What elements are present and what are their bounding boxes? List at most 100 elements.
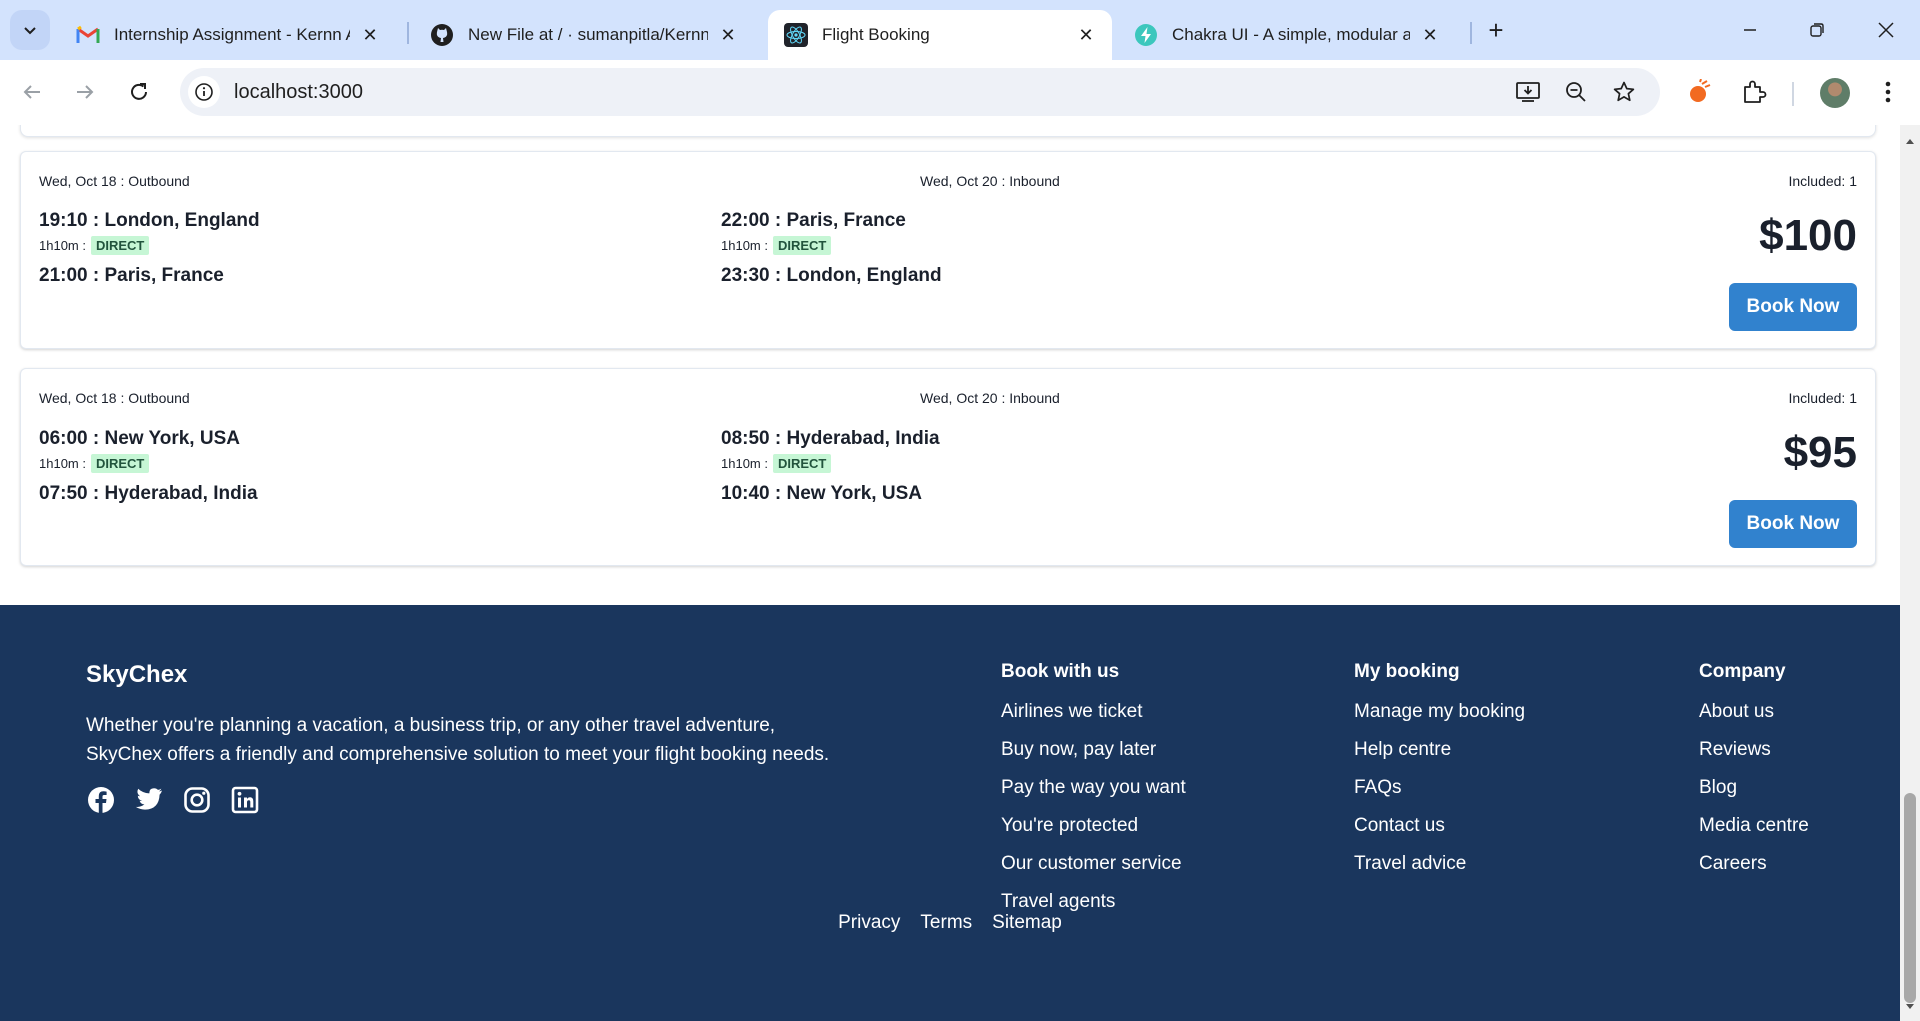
flight-price: $100 [1759, 211, 1857, 260]
address-bar[interactable]: localhost:3000 [180, 68, 1660, 116]
inbound-duration: 1h10m : DIRECT [721, 454, 832, 473]
footer-link[interactable]: Media centre [1699, 816, 1809, 855]
extension-icon[interactable] [1684, 76, 1716, 108]
sitemap-link[interactable]: Sitemap [992, 912, 1062, 934]
tab-search-button[interactable] [10, 10, 50, 50]
outbound-date: Wed, Oct 18 : Outbound [39, 173, 190, 189]
close-icon[interactable]: ✕ [716, 23, 740, 47]
previous-flight-card [20, 125, 1876, 137]
included-count: Included: 1 [1788, 390, 1858, 406]
footer-link[interactable]: FAQs [1354, 778, 1525, 817]
privacy-link[interactable]: Privacy [838, 912, 900, 934]
footer-link[interactable]: Buy now, pay later [1001, 740, 1186, 779]
inbound-departure: 08:50 : Hyderabad, India [721, 428, 940, 449]
close-icon[interactable]: ✕ [1418, 23, 1442, 47]
tab-title: Chakra UI - A simple, modular and [1172, 25, 1410, 44]
tagline-line: SkyChex offers a friendly and comprehens… [86, 744, 830, 765]
tab-separator [407, 22, 409, 44]
forward-button[interactable] [65, 72, 105, 112]
plus-icon: + [1488, 14, 1504, 45]
footer-link[interactable]: Reviews [1699, 740, 1809, 779]
scrollbar-thumb[interactable] [1904, 793, 1916, 1003]
duration-text: 1h10m : [39, 238, 86, 253]
browser-tab-github[interactable]: New File at / · sumanpitla/Kernn-a ✕ [414, 10, 754, 60]
more-menu-icon[interactable] [1872, 76, 1904, 108]
close-icon[interactable]: ✕ [1074, 23, 1098, 47]
install-app-icon[interactable] [1512, 76, 1544, 108]
github-icon [430, 23, 454, 47]
browser-tab-flight-booking[interactable]: Flight Booking ✕ [768, 10, 1112, 60]
site-footer: SkyChex Whether you're planning a vacati… [0, 605, 1900, 1021]
scroll-up-arrow-icon[interactable] [1904, 135, 1916, 147]
direct-badge: DIRECT [772, 236, 832, 255]
outbound-departure: 06:00 : New York, USA [39, 428, 240, 449]
inbound-departure: 22:00 : Paris, France [721, 210, 906, 231]
footer-link[interactable]: Manage my booking [1354, 702, 1525, 741]
footer-link[interactable]: Travel advice [1354, 854, 1525, 893]
footer-column-my-booking: My booking Manage my booking Help centre… [1354, 661, 1525, 893]
footer-column-heading: My booking [1354, 661, 1460, 682]
direct-badge: DIRECT [90, 454, 150, 473]
chakra-icon [1134, 23, 1158, 47]
footer-column-heading: Book with us [1001, 661, 1120, 682]
book-now-button[interactable]: Book Now [1729, 500, 1857, 548]
footer-link[interactable]: Our customer service [1001, 854, 1186, 893]
linkedin-icon[interactable] [230, 785, 260, 815]
footer-tagline: Whether you're planning a vacation, a bu… [86, 711, 886, 769]
terms-link[interactable]: Terms [920, 912, 972, 934]
footer-column-company: Company About us Reviews Blog Media cent… [1699, 661, 1809, 893]
duration-text: 1h10m : [721, 456, 768, 471]
restore-button[interactable] [1792, 8, 1842, 52]
flight-price: $95 [1783, 428, 1857, 477]
avatar[interactable] [1820, 78, 1850, 108]
included-count: Included: 1 [1788, 173, 1858, 189]
direct-badge: DIRECT [90, 236, 150, 255]
scroll-down-arrow-icon[interactable] [1904, 1001, 1916, 1013]
outbound-date: Wed, Oct 18 : Outbound [39, 390, 190, 406]
footer-link[interactable]: Blog [1699, 778, 1809, 817]
page-viewport: Wed, Oct 18 : Outbound Wed, Oct 20 : Inb… [0, 125, 1900, 1021]
url-text: localhost:3000 [234, 80, 363, 103]
extensions-puzzle-icon[interactable] [1738, 76, 1770, 108]
page-scrollbar[interactable] [1900, 125, 1920, 1021]
reload-button[interactable] [119, 72, 159, 112]
facebook-icon[interactable] [86, 785, 116, 815]
footer-link[interactable]: Airlines we ticket [1001, 702, 1186, 741]
footer-link[interactable]: Pay the way you want [1001, 778, 1186, 817]
chevron-down-icon [24, 27, 36, 35]
inbound-arrival: 23:30 : London, England [721, 265, 942, 286]
book-now-button[interactable]: Book Now [1729, 283, 1857, 331]
footer-link[interactable]: About us [1699, 702, 1809, 741]
back-button[interactable] [12, 72, 52, 112]
browser-tab-chakra[interactable]: Chakra UI - A simple, modular and ✕ [1118, 10, 1456, 60]
minimize-button[interactable] [1725, 8, 1775, 52]
footer-link[interactable]: Contact us [1354, 816, 1525, 855]
footer-link[interactable]: You're protected [1001, 816, 1186, 855]
footer-column-book-with-us: Book with us Airlines we ticket Buy now,… [1001, 661, 1186, 931]
tab-separator [1470, 22, 1472, 44]
footer-link[interactable]: Help centre [1354, 740, 1525, 779]
close-window-button[interactable] [1861, 8, 1911, 52]
twitter-icon[interactable] [134, 785, 164, 815]
inbound-date: Wed, Oct 20 : Inbound [920, 390, 1060, 406]
flight-card: Wed, Oct 18 : Outbound Wed, Oct 20 : Inb… [20, 151, 1876, 349]
inbound-date: Wed, Oct 20 : Inbound [920, 173, 1060, 189]
site-info-icon[interactable] [188, 76, 220, 108]
arrow-right-icon [77, 85, 94, 99]
instagram-icon[interactable] [182, 785, 212, 815]
close-icon [1878, 22, 1894, 38]
tab-title: Flight Booking [822, 25, 930, 44]
outbound-departure: 19:10 : London, England [39, 210, 260, 231]
outbound-arrival: 21:00 : Paris, France [39, 265, 224, 286]
bookmark-star-icon[interactable] [1608, 76, 1640, 108]
new-tab-button[interactable]: + [1480, 14, 1512, 46]
zoom-out-icon[interactable] [1560, 76, 1592, 108]
footer-brand: SkyChex [86, 661, 188, 688]
footer-link[interactable]: Careers [1699, 854, 1809, 893]
close-icon[interactable]: ✕ [358, 23, 382, 47]
browser-tab-bar: Internship Assignment - Kernn Aut ✕ New … [0, 0, 1920, 60]
browser-tab-gmail[interactable]: Internship Assignment - Kernn Aut ✕ [60, 10, 396, 60]
outbound-duration: 1h10m : DIRECT [39, 236, 150, 255]
arrow-left-icon [23, 85, 40, 99]
inbound-duration: 1h10m : DIRECT [721, 236, 832, 255]
